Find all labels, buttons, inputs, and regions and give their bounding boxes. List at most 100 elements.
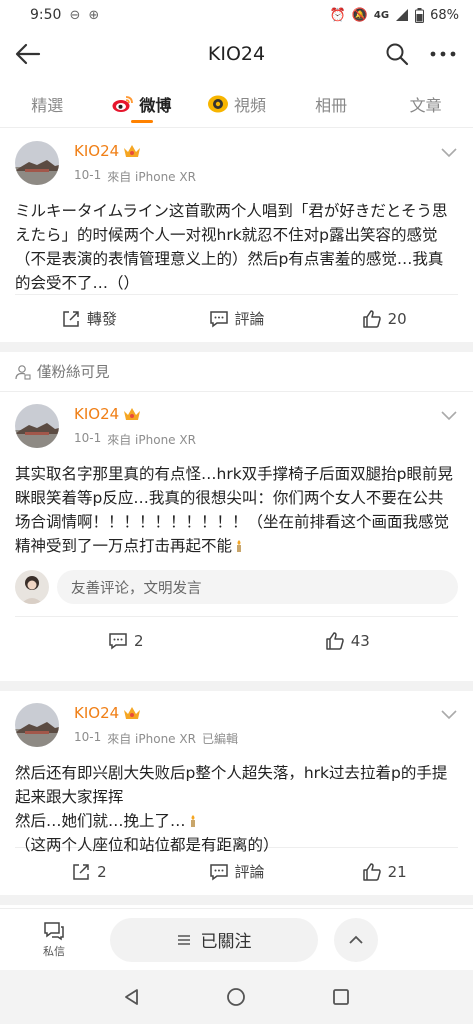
follow-button[interactable]: 已關注 (110, 917, 318, 962)
battery-icon (415, 7, 425, 23)
like-count: 43 (350, 631, 370, 650)
post[interactable]: 僅粉絲可見 KIO24 10-1 來自 iPhone XR 其实取名字那里真的有点… (0, 352, 473, 681)
comment-icon (109, 632, 127, 649)
alarm-icon: ⏰ (329, 7, 346, 23)
fans-only-notice: 僅粉絲可見 (0, 352, 473, 392)
arrow-left-icon (15, 43, 41, 65)
signal-icon (396, 9, 409, 21)
download-icon: ⊕ (88, 7, 100, 23)
divider (0, 895, 473, 905)
candle-emoji-icon (190, 815, 195, 827)
post-source: 來自 iPhone XR (107, 433, 196, 447)
scroll-top-button[interactable] (334, 917, 378, 962)
tab-articles[interactable]: 文章 (378, 80, 473, 128)
comment-label: 評論 (234, 310, 265, 328)
like-button[interactable]: 43 (237, 631, 459, 651)
triangle-back-icon (125, 989, 139, 1005)
network-label: 4G (373, 9, 390, 21)
repost-count: 2 (97, 862, 107, 881)
tab-label: 視頻 (233, 95, 266, 115)
comment-icon (209, 310, 228, 327)
comment-box: 友善评论，文明发言 (15, 570, 458, 604)
my-avatar (15, 570, 49, 604)
post[interactable]: KIO24 10-1 來自 iPhone XR 已編輯 然后还有即兴剧大失败后p整个… (0, 691, 473, 895)
bottom-bar: 私信 已關注 (0, 908, 473, 970)
comment-button[interactable]: 評論 (163, 308, 311, 329)
square-recents-icon (332, 989, 349, 1005)
comment-count: 2 (133, 631, 144, 650)
search-button[interactable] (381, 38, 413, 70)
thumbs-up-icon (325, 631, 344, 650)
chevron-down-icon[interactable] (439, 408, 459, 422)
profile-tabs: 精選 微博 視頻 相冊 文章 (0, 80, 473, 128)
chevron-down-icon[interactable] (439, 707, 459, 721)
tab-label: 文章 (409, 95, 442, 115)
post-text[interactable]: ミルキータイムライン这首歌两个人唱到「君が好きだとそう思えたら」的时候两个人一对… (0, 189, 473, 294)
avatar[interactable] (15, 141, 59, 185)
more-button[interactable] (425, 38, 461, 70)
vip-crown-icon (124, 408, 141, 420)
post-actions: 2 43 (15, 616, 458, 664)
dnd-icon: ⊖ (69, 7, 81, 23)
vip-crown-icon (124, 145, 141, 157)
post[interactable]: KIO24 10-1 來自 iPhone XR ミルキータイムライン这首歌两个人唱… (0, 129, 473, 342)
fans-only-label: 僅粉絲可見 (37, 365, 110, 381)
more-dots-icon (430, 51, 456, 57)
search-icon (386, 43, 409, 66)
menu-lines-icon (177, 934, 190, 945)
like-button[interactable]: 20 (310, 309, 458, 329)
post-date: 10-1 (74, 730, 102, 744)
thumbs-up-icon (362, 862, 381, 881)
post-line: 然后还有即兴剧大失败后p整个人超失落，hrk过去拉着p的手提起来跟大家挥挥 (15, 764, 448, 806)
system-recents-button[interactable] (326, 982, 356, 1012)
back-button[interactable] (12, 38, 44, 70)
battery-level: 68% (430, 7, 459, 23)
repost-button[interactable]: 轉發 (15, 308, 163, 329)
tab-label: 相冊 (315, 95, 348, 115)
comment-button[interactable]: 2 (15, 631, 237, 651)
system-nav (0, 970, 473, 1024)
avatar[interactable] (15, 703, 59, 747)
comment-input[interactable]: 友善评论，文明发言 (57, 570, 458, 604)
follow-label: 已關注 (200, 932, 252, 952)
post-text[interactable]: 然后还有即兴剧大失败后p整个人超失落，hrk过去拉着p的手提起来跟大家挥挥 然后… (0, 751, 473, 854)
like-count: 21 (387, 862, 407, 881)
video-icon (207, 95, 228, 112)
tab-albums[interactable]: 相冊 (284, 80, 379, 128)
feed: KIO24 10-1 來自 iPhone XR ミルキータイムライン这首歌两个人唱… (0, 129, 473, 905)
like-count: 20 (387, 309, 407, 328)
status-bar: 9:50 ⊖ ⊕ ⏰ 🔕 4G 68% (0, 0, 473, 30)
candle-emoji-icon (237, 540, 242, 552)
like-button[interactable]: 21 (310, 862, 458, 882)
repost-icon (63, 310, 79, 327)
post-line: ミルキータイムライン这首歌两个人唱到「君が好きだとそう思えたら」的时候两个人一对… (15, 202, 448, 292)
repost-icon (73, 863, 89, 880)
avatar[interactable] (15, 404, 59, 448)
divider (0, 342, 473, 352)
post-source: 來自 iPhone XR (107, 732, 196, 746)
post-line: 然后…她们就…挽上了… (15, 812, 186, 830)
post-text[interactable]: 其实取名字那里真的有点怪…hrk双手撑椅子后面双腿抬p眼前晃眯眼笑着等p反应…我… (0, 452, 473, 558)
repost-button[interactable]: 2 (15, 862, 163, 882)
top-nav: KIO24 (0, 30, 473, 78)
message-button[interactable]: 私信 (14, 909, 94, 971)
system-home-button[interactable] (221, 982, 251, 1012)
chevron-up-icon (349, 935, 363, 944)
user-lock-icon (15, 364, 31, 380)
username[interactable]: KIO24 (74, 142, 119, 160)
weibo-icon (112, 95, 134, 112)
post-date: 10-1 (74, 431, 102, 445)
repost-label: 轉發 (86, 310, 117, 328)
username[interactable]: KIO24 (74, 405, 119, 423)
tab-label: 精選 (31, 95, 64, 115)
circle-home-icon (227, 988, 246, 1006)
status-time: 9:50 (30, 7, 62, 23)
tab-weibo[interactable]: 微博 (95, 80, 190, 128)
chevron-down-icon[interactable] (439, 145, 459, 159)
system-back-button[interactable] (117, 982, 147, 1012)
username[interactable]: KIO24 (74, 704, 119, 722)
comment-button[interactable]: 評論 (163, 861, 311, 882)
tab-featured[interactable]: 精選 (0, 80, 95, 128)
divider (0, 681, 473, 691)
tab-videos[interactable]: 視頻 (189, 80, 284, 128)
